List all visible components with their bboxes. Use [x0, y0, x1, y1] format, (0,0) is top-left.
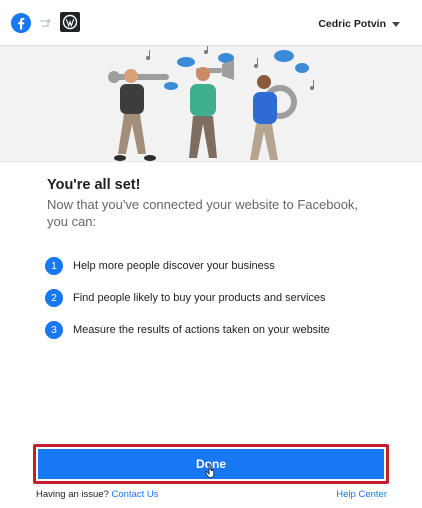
step-number-badge: 2 [45, 289, 63, 307]
wordpress-logo-icon [60, 12, 80, 32]
step-text: Find people likely to buy your products … [73, 292, 326, 304]
top-bar: Cedric Potvin [0, 0, 422, 46]
hero-banner [0, 46, 422, 162]
page-title: You're all set! [47, 177, 141, 193]
step-text: Help more people discover your business [73, 260, 275, 272]
issue-text: Having an issue? [36, 489, 109, 500]
facebook-logo-icon [11, 13, 31, 33]
account-menu[interactable]: Cedric Potvin [318, 16, 400, 32]
hand-cursor-icon [205, 463, 215, 478]
three-musicians-illustration [108, 46, 314, 161]
list-item: 1 Help more people discover your busines… [45, 250, 330, 282]
account-name: Cedric Potvin [318, 18, 386, 30]
step-number-badge: 3 [45, 321, 63, 339]
caret-down-icon [392, 21, 400, 27]
page-subtitle: Now that you've connected your website t… [47, 197, 359, 229]
list-item: 3 Measure the results of actions taken o… [45, 314, 330, 346]
step-text: Measure the results of actions taken on … [73, 324, 330, 336]
benefit-list: 1 Help more people discover your busines… [45, 250, 330, 346]
footer-issue: Having an issue? Contact Us [36, 489, 159, 500]
step-number-badge: 1 [45, 257, 63, 275]
contact-us-link[interactable]: Contact Us [112, 489, 159, 500]
list-item: 2 Find people likely to buy your product… [45, 282, 330, 314]
link-icon [40, 18, 51, 27]
help-center-link[interactable]: Help Center [336, 489, 387, 500]
